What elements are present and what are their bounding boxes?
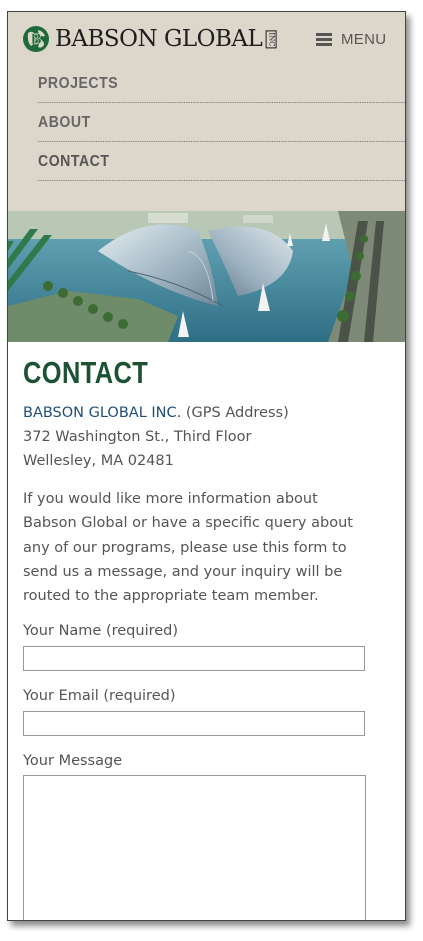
menu-button[interactable]: MENU bbox=[316, 31, 386, 48]
site-logo[interactable]: B BABSON GLOBAL INC bbox=[22, 25, 281, 53]
address-company-line: BABSON GLOBAL INC. (GPS Address) bbox=[23, 401, 289, 425]
site-header: B BABSON GLOBAL INC MENU PROJECTS ABOUT … bbox=[8, 12, 405, 211]
hero-image bbox=[8, 211, 405, 342]
nav-item-contact[interactable]: CONTACT bbox=[38, 142, 405, 181]
nav-item-about[interactable]: ABOUT bbox=[38, 103, 405, 142]
page-title: CONTACT bbox=[23, 355, 149, 390]
message-field[interactable] bbox=[23, 775, 366, 920]
email-field[interactable] bbox=[23, 711, 365, 736]
address-line-2: Wellesley, MA 02481 bbox=[23, 453, 174, 469]
svg-text:B: B bbox=[30, 32, 42, 48]
address-line-1: 372 Washington St., Third Floor bbox=[23, 429, 252, 445]
hero-illustration bbox=[8, 211, 405, 342]
intro-paragraph: If you would like more information about… bbox=[23, 491, 353, 605]
logo-inc-mark: INC bbox=[265, 29, 277, 49]
logo-wordmark: BABSON GLOBAL bbox=[55, 26, 263, 52]
menu-label: MENU bbox=[341, 31, 387, 48]
main-nav: PROJECTS ABOUT CONTACT bbox=[38, 64, 405, 181]
email-label: Your Email (required) bbox=[23, 688, 176, 704]
address-block: BABSON GLOBAL INC. (GPS Address) 372 Was… bbox=[23, 401, 289, 473]
message-label: Your Message bbox=[23, 753, 123, 769]
name-label: Your Name (required) bbox=[23, 623, 179, 639]
babson-globe-logo-icon: B bbox=[23, 26, 49, 52]
name-field[interactable] bbox=[23, 646, 365, 671]
browser-viewport: B BABSON GLOBAL INC MENU PROJECTS ABOUT … bbox=[7, 11, 406, 921]
company-link[interactable]: BABSON GLOBAL INC. bbox=[23, 405, 181, 421]
nav-item-projects[interactable]: PROJECTS bbox=[38, 64, 405, 103]
hamburger-icon bbox=[316, 33, 332, 46]
gps-note: (GPS Address) bbox=[185, 405, 289, 421]
